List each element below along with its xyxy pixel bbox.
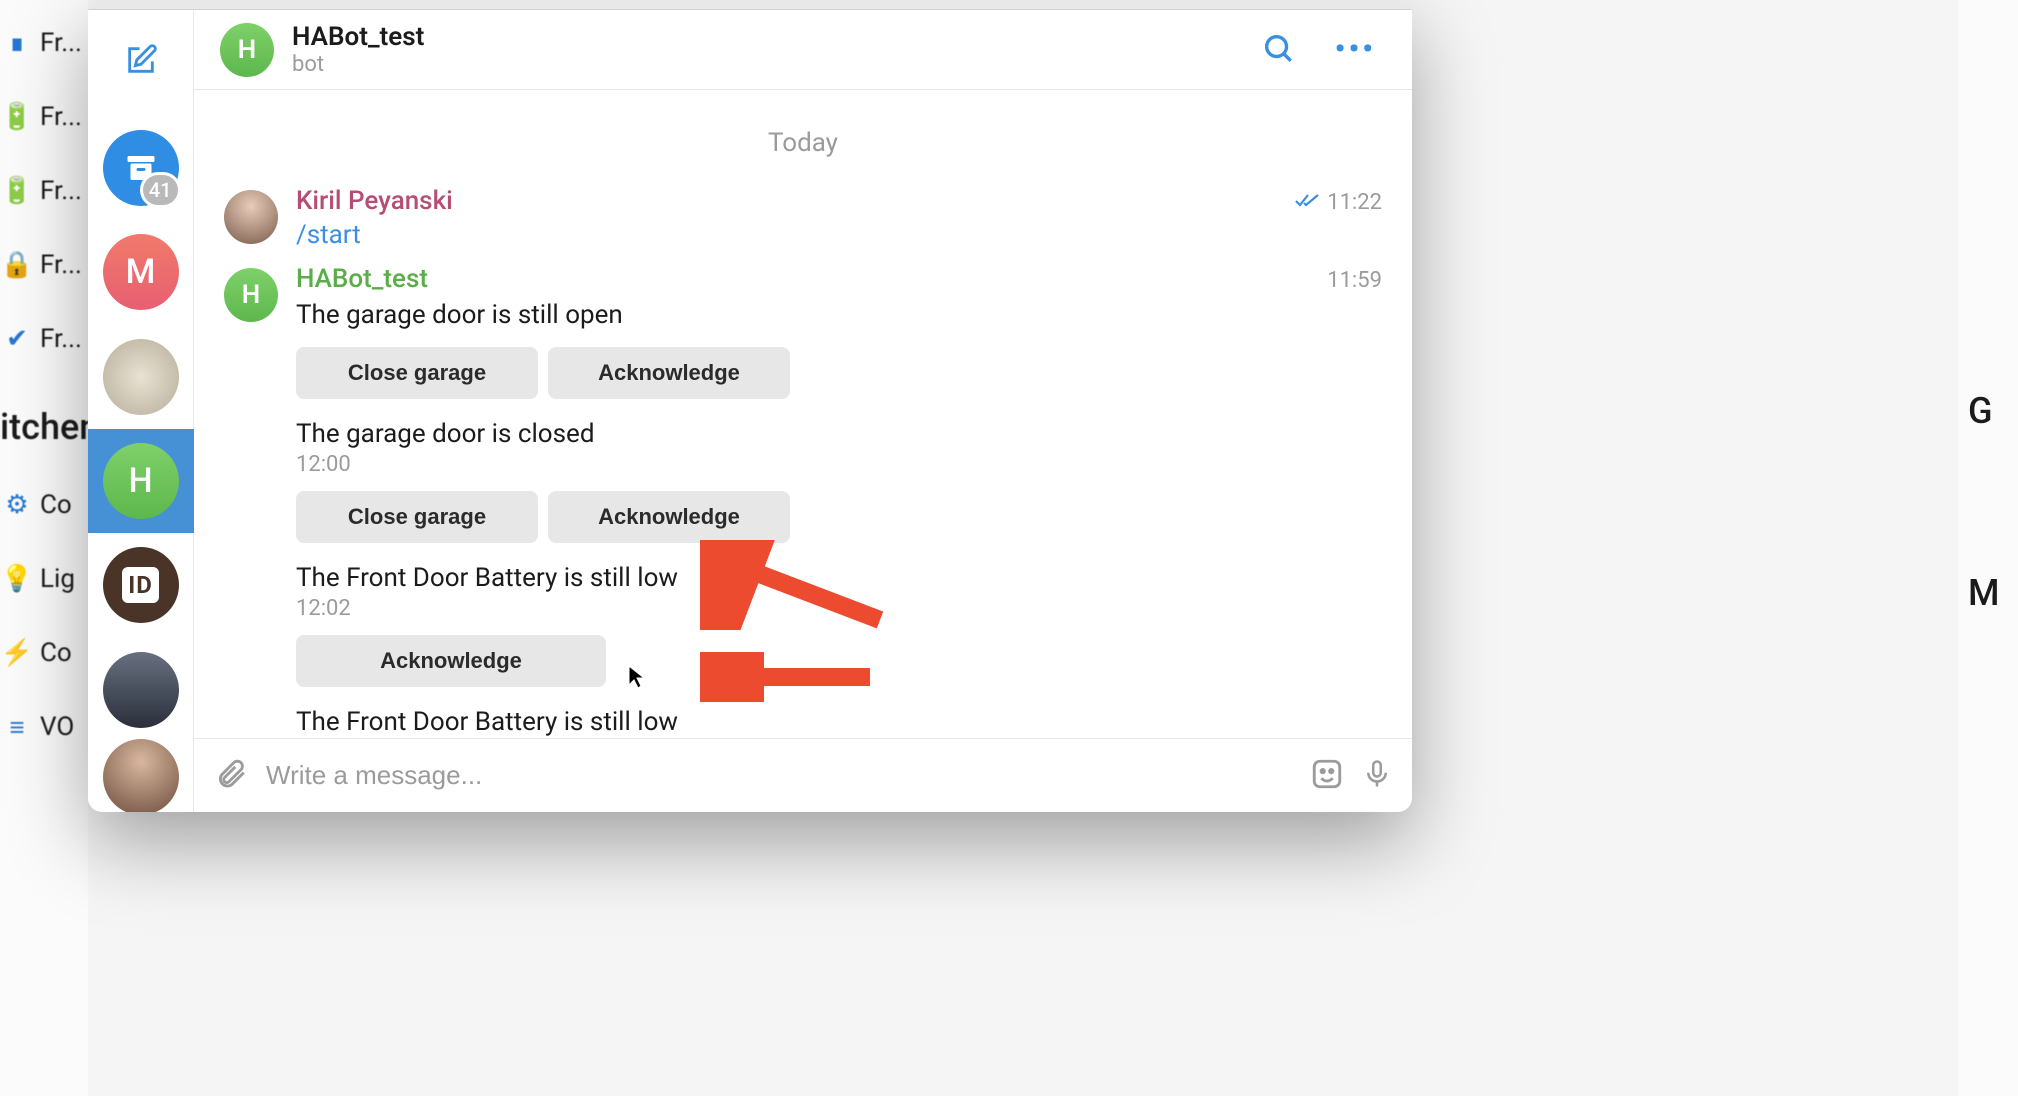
sidebar-chat-archive[interactable]: 41: [88, 115, 194, 219]
command-text[interactable]: /start: [296, 220, 1382, 250]
inline-button-acknowledge[interactable]: Acknowledge: [548, 347, 790, 399]
window-titlebar[interactable]: [88, 0, 1412, 10]
background-right-panel: G M: [1958, 0, 2018, 1096]
messages-pane[interactable]: Today Kiril Peyanski 11:22: [194, 90, 1412, 738]
chat-subtitle: bot: [292, 52, 1231, 77]
chat-header: H HABot_test bot •••: [194, 10, 1412, 90]
chat-title[interactable]: HABot_test: [292, 22, 1231, 52]
message-time: 11:22: [1295, 190, 1382, 215]
more-icon[interactable]: •••: [1325, 32, 1386, 67]
sidebar-chat-robot[interactable]: [88, 638, 194, 742]
message-text: The garage door is closed: [296, 417, 1382, 452]
message-text: The garage door is still open: [296, 298, 1382, 333]
message-time: 12:02: [296, 596, 1382, 621]
sticker-icon[interactable]: [1310, 757, 1344, 795]
bot-avatar[interactable]: H: [224, 268, 278, 322]
mic-icon[interactable]: [1362, 757, 1392, 795]
inline-button-close-garage[interactable]: Close garage: [296, 491, 538, 543]
search-icon[interactable]: [1249, 19, 1307, 81]
inline-button-acknowledge[interactable]: Acknowledge: [548, 491, 790, 543]
sidebar-chat-habot[interactable]: H: [88, 429, 194, 533]
sidebar-chat-face[interactable]: [88, 742, 194, 812]
background-left-panel: ∎Fr... 🔋Fr... 🔋Fr... 🔒Fr... ✔Fr... itche…: [0, 0, 88, 1096]
date-separator: Today: [224, 128, 1382, 158]
message-time: 12:00: [296, 452, 1382, 477]
sidebar-chat-id[interactable]: ID: [88, 533, 194, 637]
message-text: The Front Door Battery is still low: [296, 705, 1382, 738]
telegram-window: 41 M H ID: [88, 0, 1412, 812]
sidebar-chat-group[interactable]: [88, 324, 194, 428]
message-time: 11:59: [1327, 268, 1382, 293]
sender-name[interactable]: Kiril Peyanski: [296, 186, 453, 216]
message-input[interactable]: [266, 760, 1292, 791]
user-avatar[interactable]: [224, 190, 278, 244]
attach-icon[interactable]: [214, 757, 248, 795]
message-text: The Front Door Battery is still low: [296, 561, 1382, 596]
sidebar-chat-m[interactable]: M: [88, 220, 194, 324]
chat-sidebar: 41 M H ID: [88, 10, 194, 812]
message-user: Kiril Peyanski 11:22 /start: [224, 186, 1382, 250]
sender-name[interactable]: HABot_test: [296, 264, 428, 294]
archive-badge: 41: [140, 172, 181, 208]
message-bot: H HABot_test 11:59 The garage door is st…: [224, 264, 1382, 738]
chat-main: H HABot_test bot ••• Today Kiril P: [194, 10, 1412, 812]
read-checks-icon: [1295, 190, 1319, 215]
message-input-bar: [194, 738, 1412, 812]
inline-button-acknowledge[interactable]: Acknowledge: [296, 635, 606, 687]
inline-button-close-garage[interactable]: Close garage: [296, 347, 538, 399]
compose-button[interactable]: [102, 22, 180, 97]
header-avatar[interactable]: H: [220, 23, 274, 77]
